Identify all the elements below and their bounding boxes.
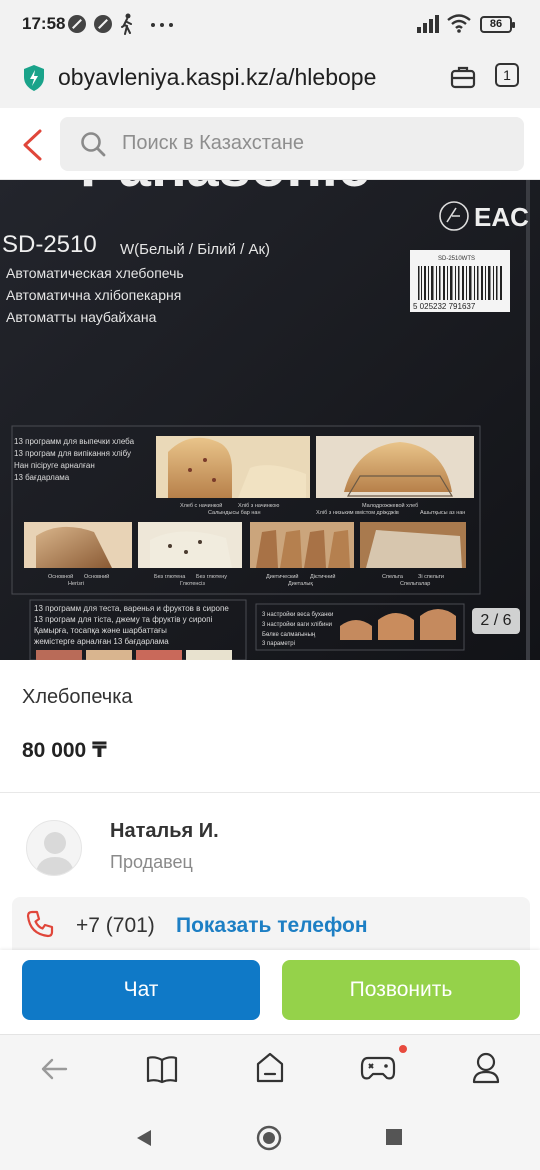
url-text[interactable]: obyavleniya.kaspi.kz/a/hlebope bbox=[58, 64, 438, 91]
action-bar: Чат Позвонить bbox=[0, 950, 540, 1034]
avatar[interactable] bbox=[26, 820, 82, 876]
product-title: Хлебопечка bbox=[22, 686, 133, 708]
photo-variant-text: W(Белый / Білий / Ак) bbox=[120, 241, 270, 258]
svg-text:жемістерге арналған 13 бағдарл: жемістерге арналған 13 бағдарлама bbox=[34, 637, 169, 646]
barcode-label: SD-2510WTS 5 025232 791637 bbox=[410, 250, 510, 312]
svg-text:Основной: Основной bbox=[48, 573, 73, 580]
status-bar: 17:58 86 bbox=[0, 0, 540, 50]
svg-text:13 программ для выпечки хлеба: 13 программ для выпечки хлеба bbox=[14, 437, 135, 446]
svg-text:Бөлке салмағының: Бөлке салмағының bbox=[262, 632, 316, 638]
status-time: 17:58 bbox=[22, 14, 66, 33]
photo-brand-text: Panasonic bbox=[80, 180, 370, 199]
browser-address-bar[interactable]: obyavleniya.kaspi.kz/a/hlebope 1 bbox=[0, 50, 540, 108]
book-icon[interactable] bbox=[146, 1054, 178, 1084]
seller-name[interactable]: Наталья И. bbox=[110, 820, 219, 843]
system-recents-icon[interactable] bbox=[385, 1128, 403, 1146]
svg-text:Спельта: Спельта bbox=[382, 574, 404, 580]
wifi-icon bbox=[447, 14, 471, 33]
phone-icon bbox=[26, 910, 54, 938]
svg-text:Салындысы бар нан: Салындысы бар нан bbox=[208, 510, 261, 516]
shield-icon bbox=[24, 65, 44, 91]
svg-text:Глютенсіз: Глютенсіз bbox=[180, 581, 205, 587]
show-phone-link[interactable]: Показать телефон bbox=[176, 914, 368, 938]
system-home-icon[interactable] bbox=[256, 1125, 282, 1151]
notification-dot bbox=[399, 1045, 407, 1053]
signal-icon bbox=[417, 15, 439, 33]
dnd-icon-2 bbox=[94, 15, 112, 33]
svg-text:13 програм для випікання хлібу: 13 програм для випікання хлібу bbox=[14, 449, 131, 458]
bread-photo-basket bbox=[316, 436, 474, 498]
svg-text:13 програм для тіста, джему та: 13 програм для тіста, джему та фруктів у… bbox=[34, 615, 213, 624]
svg-text:Нан пісіруге арналған: Нан пісіруге арналған bbox=[14, 461, 95, 470]
svg-text:5 025232 791637: 5 025232 791637 bbox=[413, 302, 476, 311]
svg-text:Ашытқысы аз нан: Ашытқысы аз нан bbox=[420, 510, 465, 516]
dnd-icon bbox=[68, 15, 86, 33]
user-placeholder-icon bbox=[35, 832, 75, 875]
briefcase-icon[interactable] bbox=[450, 65, 476, 89]
svg-text:Хлеб с начинкой: Хлеб с начинкой bbox=[180, 502, 222, 509]
battery-indicator: 86 bbox=[480, 16, 515, 33]
search-row: Поиск в Казахстане bbox=[0, 108, 540, 180]
profile-icon[interactable] bbox=[472, 1052, 500, 1084]
chevron-left-icon[interactable] bbox=[20, 128, 44, 162]
search-placeholder[interactable]: Поиск в Казахстане bbox=[122, 132, 304, 155]
svg-text:EAC: EAC bbox=[474, 202, 529, 232]
gallery-counter: 2 / 6 bbox=[472, 608, 520, 634]
gamepad-icon[interactable] bbox=[360, 1054, 396, 1082]
tab-count-button[interactable]: 1 bbox=[495, 63, 519, 87]
svg-text:3 параметрі: 3 параметрі bbox=[262, 641, 295, 647]
product-price: 80 000 ₸ bbox=[22, 739, 107, 762]
svg-text:Малодрожжевой хлеб: Малодрожжевой хлеб bbox=[362, 502, 418, 509]
svg-text:3 настройки веса буханки: 3 настройки веса буханки bbox=[262, 611, 333, 618]
svg-text:Хліб з низьким вмістом дріжджі: Хліб з низьким вмістом дріжджів bbox=[316, 510, 399, 516]
svg-text:Зі спельти: Зі спельти bbox=[418, 574, 444, 580]
svg-text:Дієтичний: Дієтичний bbox=[310, 573, 335, 580]
product-photo[interactable]: Panasonic EAC SD-2510 W(Белый / Білий / … bbox=[0, 180, 540, 660]
call-button[interactable]: Позвонить bbox=[282, 960, 520, 1020]
product-photo-image: Panasonic EAC SD-2510 W(Белый / Білий / … bbox=[0, 180, 540, 660]
phone-row: +7 (701) Показать телефон bbox=[12, 897, 530, 951]
svg-text:SD-2510WTS: SD-2510WTS bbox=[438, 256, 475, 262]
bread-photo-filled bbox=[156, 436, 310, 498]
back-arrow-icon[interactable] bbox=[40, 1057, 68, 1081]
more-notifications-icon bbox=[151, 23, 173, 27]
svg-text:Без глютена: Без глютена bbox=[154, 574, 186, 580]
phone-number: +7 (701) bbox=[76, 914, 155, 937]
svg-text:Основний: Основний bbox=[84, 573, 109, 580]
search-icon bbox=[81, 132, 106, 157]
svg-text:Негізгі: Негізгі bbox=[68, 581, 84, 587]
home-icon[interactable] bbox=[255, 1052, 285, 1084]
photo-model-text: SD-2510 bbox=[2, 231, 97, 258]
system-nav-bar bbox=[0, 1104, 540, 1170]
svg-text:Автоматична хлібопекарня: Автоматична хлібопекарня bbox=[6, 287, 181, 303]
svg-text:Диетический: Диетический bbox=[266, 573, 299, 580]
svg-text:13 программ для теста, варенья: 13 программ для теста, варенья и фруктов… bbox=[34, 604, 229, 613]
svg-text:Хліб з начинкою: Хліб з начинкою bbox=[238, 503, 279, 509]
svg-text:Автоматты наубайхана: Автоматты наубайхана bbox=[6, 309, 157, 325]
search-input[interactable]: Поиск в Казахстане bbox=[60, 117, 524, 171]
system-back-icon[interactable] bbox=[134, 1128, 154, 1148]
seller-role: Продавец bbox=[110, 852, 193, 872]
svg-text:Қамырға, тосапқа және шарбатта: Қамырға, тосапқа және шарбаттағы bbox=[34, 626, 167, 635]
svg-text:3 настройки ваги хлібини: 3 настройки ваги хлібини bbox=[262, 621, 332, 628]
walking-icon bbox=[121, 13, 132, 35]
svg-text:13 бағдарлама: 13 бағдарлама bbox=[14, 473, 70, 482]
svg-text:Автоматическая хлебопечь: Автоматическая хлебопечь bbox=[6, 265, 184, 281]
svg-text:Без глютену: Без глютену bbox=[196, 574, 227, 580]
browser-bottom-nav bbox=[0, 1034, 540, 1104]
chat-button[interactable]: Чат bbox=[22, 960, 260, 1020]
divider bbox=[0, 792, 540, 793]
svg-text:Спельталар: Спельталар bbox=[400, 581, 430, 587]
svg-text:Диеталық: Диеталық bbox=[288, 581, 313, 587]
